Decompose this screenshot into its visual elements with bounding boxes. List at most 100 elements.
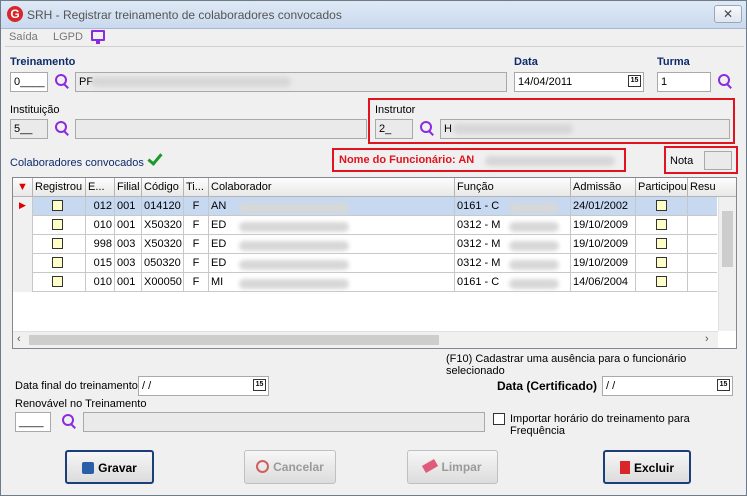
registrou-checkbox[interactable] — [52, 238, 63, 249]
colaboradores-grid[interactable]: ▼ Registrou E... Filial Código Ti... Col… — [12, 177, 737, 349]
instituicao-search-icon[interactable] — [54, 120, 70, 136]
calendar-icon[interactable]: 15 — [628, 75, 641, 87]
participou-cell[interactable] — [636, 235, 688, 254]
tipo-cell: F — [184, 197, 209, 216]
instituicao-code-input[interactable]: 5__ — [10, 119, 48, 139]
cancel-icon — [256, 460, 270, 473]
registrou-cell[interactable] — [33, 216, 86, 235]
importar-label: Importar horário do treinamento para Fre… — [510, 413, 690, 437]
data-final-input[interactable]: / / — [138, 376, 269, 396]
check-icon — [147, 150, 163, 166]
table-row[interactable]: 010 001 X50320 F ED 0312 - M 19/10/2009 — [13, 216, 717, 235]
limpar-button[interactable]: Limpar — [407, 450, 498, 484]
tipo-cell: F — [184, 273, 209, 292]
vertical-scrollbar[interactable] — [718, 197, 736, 331]
col-e[interactable]: E... — [86, 178, 115, 197]
instrutor-search-icon[interactable] — [419, 120, 435, 136]
participou-checkbox[interactable] — [656, 238, 667, 249]
scroll-right-icon[interactable]: › — [705, 333, 709, 345]
monitor-icon[interactable] — [91, 30, 105, 44]
registrou-cell[interactable] — [33, 273, 86, 292]
turma-label: Turma — [657, 56, 690, 68]
renovavel-search-icon[interactable] — [61, 413, 77, 429]
codigo-cell: 014120 — [142, 197, 184, 216]
scroll-left-icon[interactable]: ‹ — [17, 333, 21, 345]
redacted-text — [509, 203, 559, 213]
col-filial[interactable]: Filial — [115, 178, 142, 197]
registrou-checkbox[interactable] — [52, 257, 63, 268]
row-indicator — [13, 273, 33, 292]
resultado-cell — [688, 216, 717, 235]
row-indicator — [13, 254, 33, 273]
participou-cell[interactable] — [636, 197, 688, 216]
col-participou[interactable]: Participou — [636, 178, 688, 197]
instituicao-label: Instituição — [10, 104, 60, 116]
filial-cell: 001 — [115, 197, 142, 216]
limpar-label: Limpar — [441, 460, 482, 474]
excluir-button[interactable]: Excluir — [603, 450, 691, 484]
participou-checkbox[interactable] — [656, 276, 667, 287]
col-codigo[interactable]: Código — [142, 178, 184, 197]
turma-input[interactable]: 1 — [657, 72, 711, 92]
e-cell: 010 — [86, 273, 115, 292]
col-admissao[interactable]: Admissão — [571, 178, 636, 197]
sort-indicator-icon[interactable]: ▼ — [13, 178, 33, 197]
data-label: Data — [514, 56, 538, 68]
data-input[interactable]: 14/04/2011 — [514, 72, 644, 92]
col-resultado[interactable]: Resu — [688, 178, 736, 197]
data-certificado-input[interactable]: / / — [602, 376, 733, 396]
col-colaborador[interactable]: Colaborador — [209, 178, 455, 197]
table-row[interactable]: 015 003 050320 F ED 0312 - M 19/10/2009 — [13, 254, 717, 273]
treinamento-search-icon[interactable] — [54, 73, 70, 89]
calendar-icon[interactable]: 15 — [253, 379, 266, 391]
participou-cell[interactable] — [636, 216, 688, 235]
codigo-cell: X00050 — [142, 273, 184, 292]
codigo-cell: X50320 — [142, 235, 184, 254]
resultado-cell — [688, 235, 717, 254]
col-funcao[interactable]: Função — [455, 178, 571, 197]
cancelar-button[interactable]: Cancelar — [244, 450, 336, 484]
close-button[interactable]: ✕ — [714, 5, 742, 23]
participou-checkbox[interactable] — [656, 200, 667, 211]
col-registrou[interactable]: Registrou — [33, 178, 86, 197]
participou-cell[interactable] — [636, 254, 688, 273]
scroll-thumb[interactable] — [29, 335, 439, 345]
nota-input[interactable] — [704, 151, 732, 170]
registrou-checkbox[interactable] — [52, 200, 63, 211]
registrou-cell[interactable] — [33, 235, 86, 254]
table-row[interactable]: 010 001 X00050 F MI 0161 - C 14/06/2004 — [13, 273, 717, 292]
importar-checkbox[interactable] — [493, 413, 505, 425]
resultado-cell — [688, 273, 717, 292]
app-logo-icon: G — [7, 6, 23, 22]
table-row[interactable]: ▶ 012 001 014120 F AN 0161 - C 24/01/200… — [13, 197, 717, 216]
menu-lgpd[interactable]: LGPD — [53, 31, 83, 43]
registrou-cell[interactable] — [33, 197, 86, 216]
admissao-cell: 19/10/2009 — [571, 235, 636, 254]
redacted-text — [239, 222, 349, 232]
registrou-cell[interactable] — [33, 254, 86, 273]
admissao-cell: 24/01/2002 — [571, 197, 636, 216]
col-tipo[interactable]: Ti... — [184, 178, 209, 197]
treinamento-code-input[interactable]: 0____ — [10, 72, 48, 92]
registrou-checkbox[interactable] — [52, 219, 63, 230]
horizontal-scrollbar[interactable]: ‹ › — [13, 331, 718, 348]
window: G SRH - Registrar treinamento de colabor… — [0, 0, 747, 496]
menu-saida[interactable]: Saída — [9, 31, 38, 43]
redacted-text — [91, 77, 291, 87]
gravar-button[interactable]: Gravar — [65, 450, 154, 484]
calendar-icon[interactable]: 15 — [717, 379, 730, 391]
redacted-text — [509, 222, 559, 232]
data-final-label: Data final do treinamento — [15, 380, 138, 392]
codigo-cell: X50320 — [142, 216, 184, 235]
scroll-thumb[interactable] — [722, 211, 733, 267]
registrou-checkbox[interactable] — [52, 276, 63, 287]
codigo-cell: 050320 — [142, 254, 184, 273]
table-row[interactable]: 998 003 X50320 F ED 0312 - M 19/10/2009 — [13, 235, 717, 254]
instrutor-code-input[interactable]: 2_ — [375, 119, 413, 139]
participou-cell[interactable] — [636, 273, 688, 292]
participou-checkbox[interactable] — [656, 257, 667, 268]
participou-checkbox[interactable] — [656, 219, 667, 230]
turma-search-icon[interactable] — [717, 73, 733, 89]
renovavel-code-input[interactable]: ____ — [15, 412, 51, 432]
resultado-cell — [688, 254, 717, 273]
